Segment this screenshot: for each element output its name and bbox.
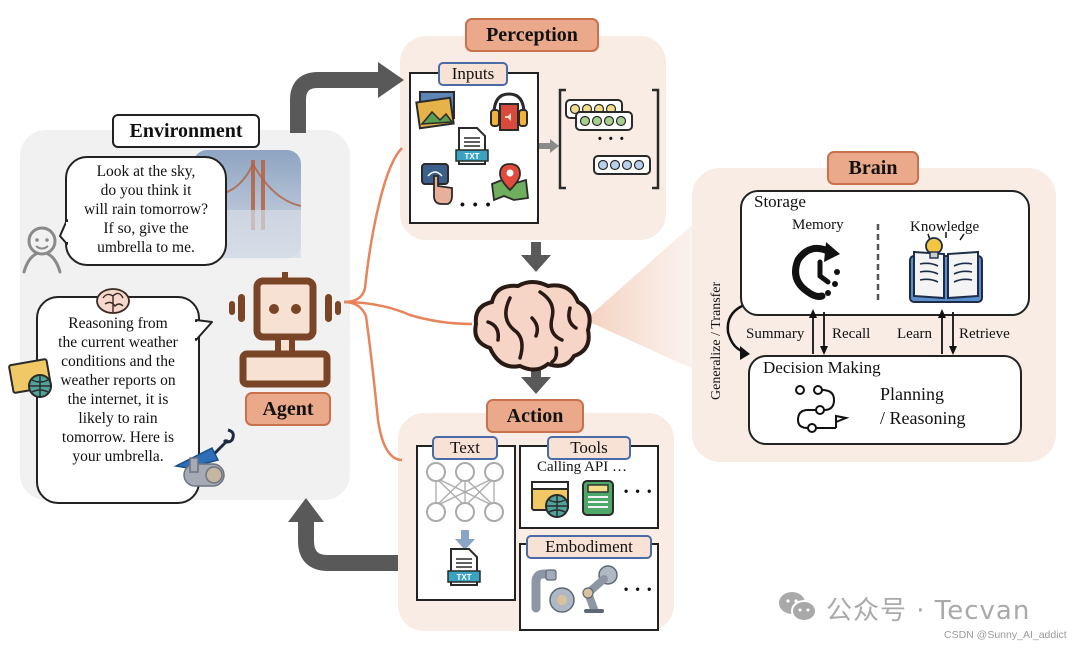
robot-arm-embodiment-icon: [531, 569, 575, 613]
planning-path-icon: [795, 385, 850, 433]
reasoning-label: / Reasoning: [880, 408, 966, 428]
learn-label: Learn: [897, 326, 932, 342]
csdn-credit: CSDN @Sunny_AI_addict: [944, 629, 1067, 641]
txt-output-icon: TXT: [447, 548, 481, 586]
action-title: Action: [486, 399, 584, 433]
generalize-transfer-label: Generalize / Transfer: [709, 281, 724, 400]
calculator-icon: [582, 480, 614, 516]
tools-caption: Calling API …: [537, 459, 628, 475]
svg-text:TXT: TXT: [456, 573, 471, 582]
summary-label: Summary: [746, 326, 805, 342]
planning-label: Planning: [880, 384, 945, 404]
embodiment-more: • • •: [624, 582, 654, 596]
tools-more: • • •: [624, 484, 654, 498]
robot-leg-icon: [582, 565, 618, 613]
wechat-icon: [779, 592, 817, 622]
retrieve-label: Retrieve: [959, 326, 1010, 342]
decision-making-label: Decision Making: [763, 358, 881, 377]
text-output-label: Text: [432, 436, 498, 460]
embodiment-label: Embodiment: [526, 535, 652, 559]
api-browser-globe-icon: [531, 481, 569, 518]
watermark-text: 公众号 · Tecvan: [826, 596, 1031, 626]
recall-label: Recall: [832, 326, 871, 342]
tools-label: Tools: [547, 436, 631, 460]
